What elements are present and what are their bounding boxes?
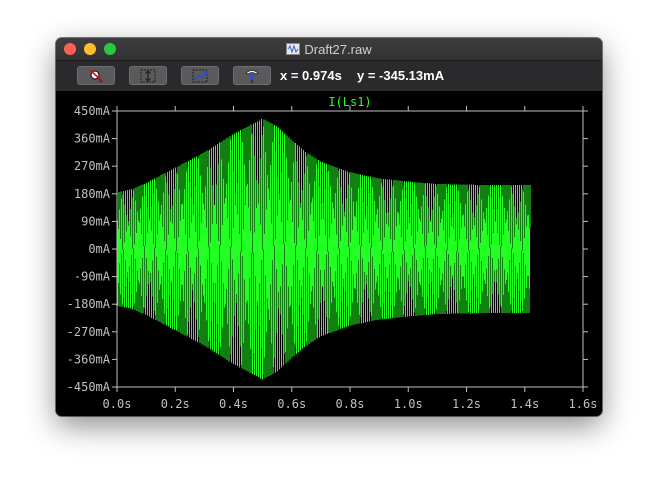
y-tick-label: 270mA: [74, 159, 111, 173]
cursor-y-readout: y = -345.13mA: [357, 68, 445, 83]
x-tick-label: 0.0s: [103, 397, 132, 411]
probe-button[interactable]: [233, 66, 271, 85]
autorange-y-button[interactable]: [129, 66, 167, 85]
y-tick-label: 180mA: [74, 187, 111, 201]
y-tick-label: -360mA: [67, 352, 111, 366]
magnifier-cancel-icon: [89, 68, 103, 83]
y-tick-label: -450mA: [67, 380, 111, 394]
x-tick-label: 0.8s: [336, 397, 365, 411]
x-tick-label: 1.0s: [394, 397, 423, 411]
autorange-y-icon: [140, 69, 156, 82]
plot-pane[interactable]: 450mA 360mA 270mA 180mA 90mA 0mA -90mA -180mA -2…: [56, 91, 602, 416]
x-tick-label: 1.4s: [510, 397, 539, 411]
x-tick-label: 1.2s: [452, 397, 481, 411]
y-tick-label: 90mA: [81, 214, 111, 228]
probe-icon: [245, 69, 259, 83]
close-button[interactable]: [64, 43, 76, 55]
y-tick-label: 360mA: [74, 132, 111, 146]
window-title-area: Draft27.raw: [56, 38, 602, 60]
y-tick-label: -90mA: [74, 270, 111, 284]
y-tick-label: -180mA: [67, 297, 111, 311]
x-tick-label: 0.2s: [161, 397, 190, 411]
waveform-document-icon: [286, 43, 301, 55]
waveform-window: Draft27.raw x = 0.974s y = -345.13mA 450…: [56, 38, 602, 416]
autorange-x-button[interactable]: [181, 66, 219, 85]
x-tick-label: 1.6s: [569, 397, 598, 411]
window-title: Draft27.raw: [304, 41, 372, 57]
y-tick-label: 0mA: [88, 242, 110, 256]
zoom-cancel-button[interactable]: [77, 66, 115, 85]
x-tick-label: 0.4s: [219, 397, 248, 411]
y-tick-label: -270mA: [67, 325, 111, 339]
minimize-button[interactable]: [84, 43, 96, 55]
waveform-chart[interactable]: 450mA 360mA 270mA 180mA 90mA 0mA -90mA -180mA -2…: [56, 91, 602, 416]
x-tick-label: 0.6s: [277, 397, 306, 411]
autorange-x-icon: [192, 69, 208, 82]
cursor-x-readout: x = 0.974s: [280, 68, 342, 83]
trace-i-ls1[interactable]: [116, 119, 531, 380]
title-bar[interactable]: Draft27.raw: [56, 38, 602, 61]
toolbar: x = 0.974s y = -345.13mA: [56, 61, 602, 91]
zoom-button[interactable]: [104, 43, 116, 55]
trace-label[interactable]: I(Ls1): [328, 95, 371, 109]
y-tick-label: 450mA: [74, 104, 111, 118]
